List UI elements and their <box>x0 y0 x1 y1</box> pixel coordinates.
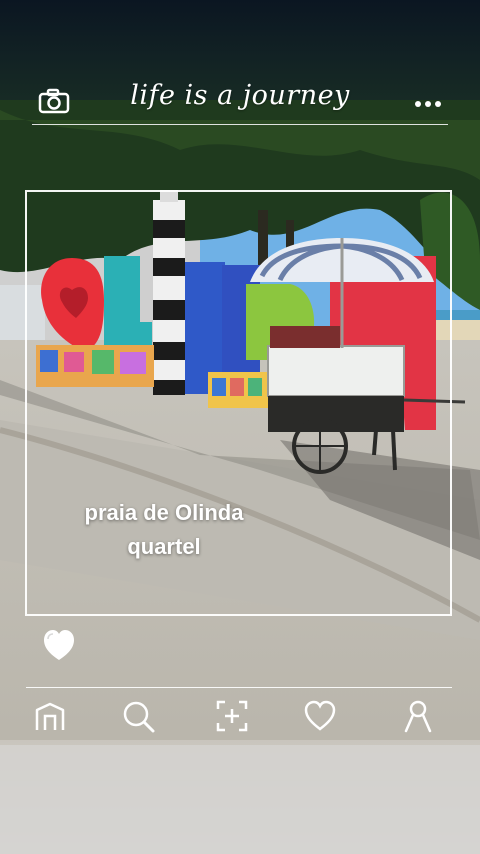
background-photo <box>0 0 480 854</box>
